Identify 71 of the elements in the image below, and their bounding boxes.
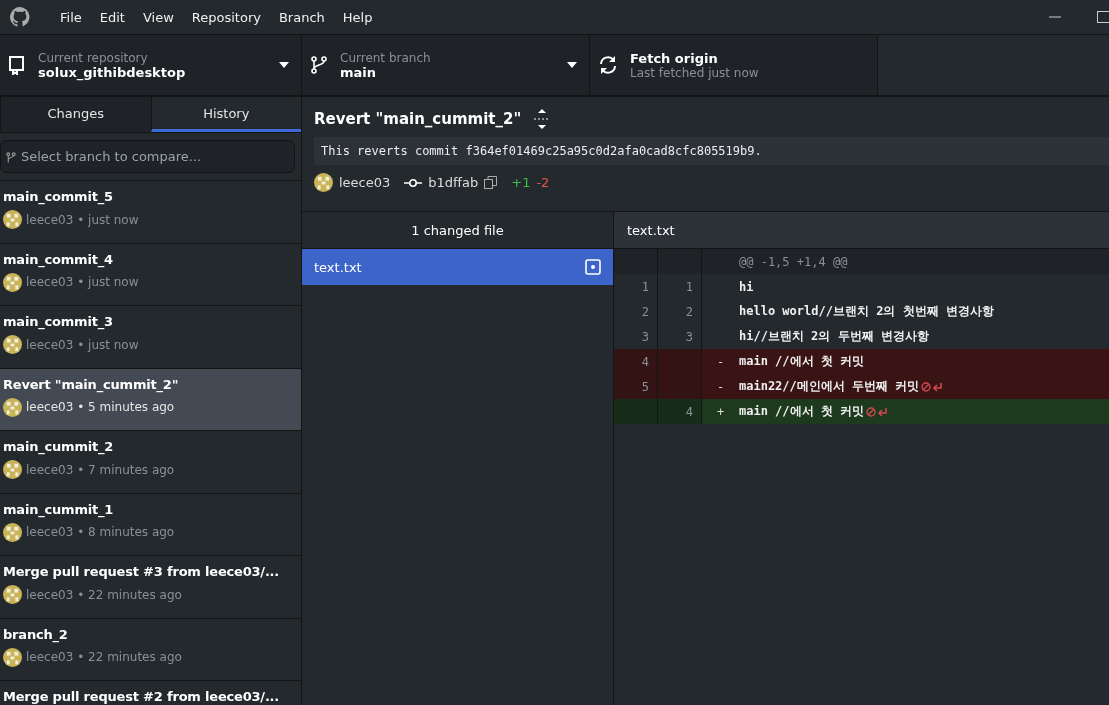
commit-meta: leece03 • just now xyxy=(26,275,139,289)
commit-meta: leece03 • 5 minutes ago xyxy=(26,400,175,414)
tab[interactable]: Changes xyxy=(0,97,151,132)
avatar-icon xyxy=(3,460,22,479)
diff-marker: - xyxy=(715,379,726,394)
code-text: hi xyxy=(739,279,754,294)
commit-title: main_commit_4 xyxy=(3,251,114,267)
branch-filter-field[interactable]: Select branch to compare... xyxy=(0,140,295,173)
additions-count: +1 xyxy=(511,175,531,190)
code-text: main //에서 첫 커밋 xyxy=(739,403,865,420)
diff-marker: + xyxy=(715,404,726,419)
commit-meta: leece03 • 22 minutes ago xyxy=(26,587,182,602)
tab[interactable]: History xyxy=(150,97,301,132)
commit-item[interactable]: Revert "main_cummit_2" leece03 • 5 minutes ago xyxy=(0,368,301,431)
fetch-button[interactable]: Fetch origin Last fetched just now xyxy=(590,35,878,95)
commit-meta: leece03 • just now xyxy=(26,212,139,227)
avatar-icon xyxy=(3,335,22,354)
branch-icon xyxy=(310,55,328,75)
menu-item[interactable]: Branch xyxy=(278,9,325,25)
github-logo-icon[interactable] xyxy=(10,7,30,27)
commit-sha: b1dffab xyxy=(428,175,479,190)
branch-selector[interactable]: Current branch main xyxy=(302,35,590,95)
avatar-icon xyxy=(3,522,22,542)
branch-icon xyxy=(6,152,16,163)
caret-icon[interactable] xyxy=(567,62,577,68)
repository-icon xyxy=(8,55,26,75)
repository-selector[interactable]: Current repository solux_githibdesktop xyxy=(0,35,302,95)
menu-item[interactable]: View xyxy=(142,9,174,25)
commit-title: Revert "main_cummit_2" xyxy=(314,110,522,128)
commit-title: main_cummit_1 xyxy=(3,501,115,517)
commit-title: Revert "main_cummit_2" xyxy=(3,376,180,392)
commit-title: branch_2 xyxy=(3,626,69,642)
menu-item[interactable]: Help xyxy=(342,9,373,25)
menu-item[interactable]: Edit xyxy=(99,9,125,25)
maximize-icon[interactable] xyxy=(1097,11,1109,23)
copy-icon[interactable] xyxy=(484,176,498,189)
commit-title: Merge pull request #3 from leece03/... xyxy=(3,564,281,579)
deletions-count: -2 xyxy=(536,175,550,190)
commit-title: main_commit_3 xyxy=(3,314,114,329)
line-number: 4 xyxy=(658,399,702,424)
author-name: leece03 xyxy=(339,175,391,190)
avatar-icon xyxy=(3,397,22,417)
sync-icon xyxy=(598,55,618,75)
commit-title: main_commit_5 xyxy=(3,189,114,204)
avatar-icon xyxy=(3,585,22,604)
avatar-icon xyxy=(3,272,22,292)
avatar-icon xyxy=(3,210,22,229)
caret-icon[interactable] xyxy=(279,62,289,68)
commit-title: Merge pull request #2 from leece03/... xyxy=(3,689,281,704)
avatar-icon xyxy=(3,647,22,667)
modified-icon xyxy=(585,259,601,275)
changed-file-row[interactable]: text.txt xyxy=(302,249,613,285)
commit-title: main_cummit_2 xyxy=(3,439,115,454)
commit-meta: leece03 • 7 minutes ago xyxy=(26,462,175,477)
commit-message: This reverts commit f364ef01469c25a95c0d2afa0cad8cfc805519b9. xyxy=(314,137,1109,165)
code-text: main //에서 첫 커밋 xyxy=(739,353,865,370)
code-text: main22//메인에서 두번째 커밋 xyxy=(739,378,920,395)
code-text: @@ -1,5 +1,4 @@ xyxy=(739,254,848,269)
commit-meta: leece03 • 8 minutes ago xyxy=(26,525,175,539)
code-text: hi//브랜치 2의 두번째 변경사항 xyxy=(739,328,929,345)
diff-file-name: text.txt xyxy=(614,212,1109,249)
line-number: 5 xyxy=(614,374,658,399)
menu-item[interactable]: File xyxy=(60,9,82,25)
line-number: 4 xyxy=(614,349,658,374)
commit-meta: leece03 • 22 minutes ago xyxy=(26,650,182,664)
avatar-icon xyxy=(314,173,333,192)
diff-marker: - xyxy=(715,354,726,369)
menu-item[interactable]: Repository xyxy=(191,9,261,25)
commit-icon xyxy=(404,177,423,188)
code-text: hello world//브랜치 2의 첫번째 변경사항 xyxy=(739,303,994,320)
commit-meta: leece03 • just now xyxy=(26,337,139,352)
